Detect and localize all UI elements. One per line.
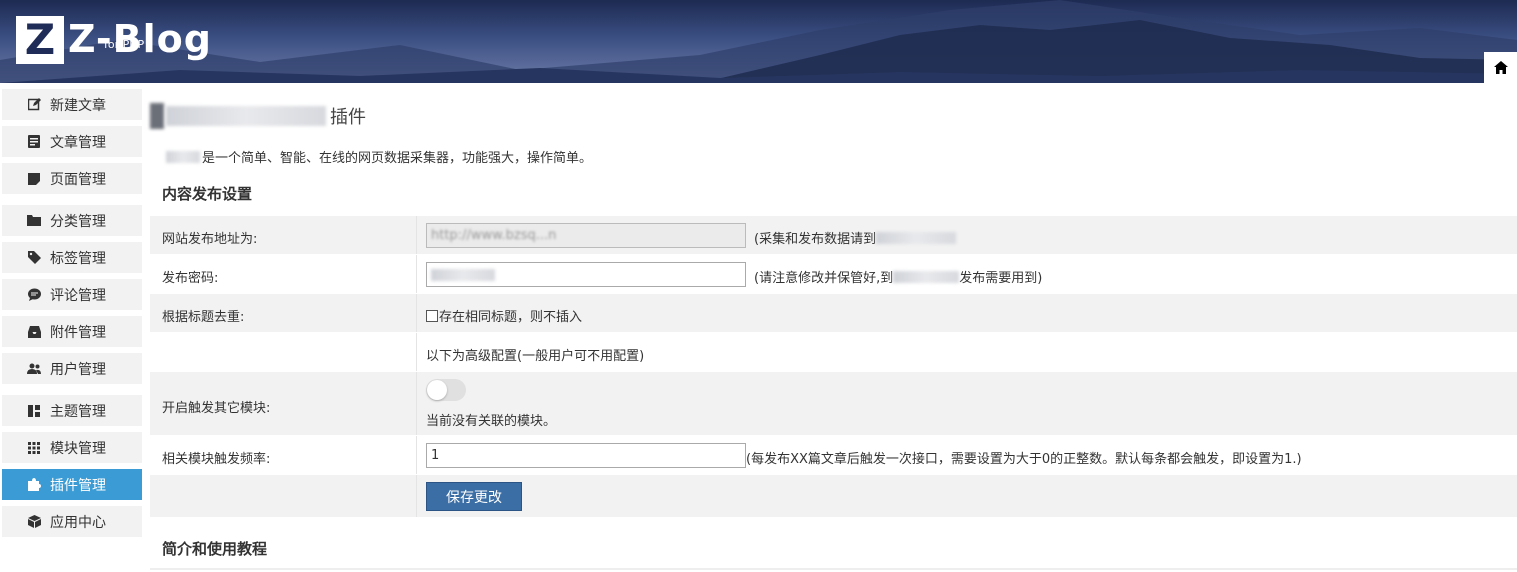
box-icon [26,514,42,530]
header-banner: Z Z-Blog for PHP [0,0,1517,83]
field-label: 网站发布地址为: [162,232,258,247]
field-label: 根据标题去重: [162,310,245,325]
comment-icon [26,287,42,303]
sidebar-item-users[interactable]: 用户管理 [2,353,142,384]
sidebar-item-label: 评论管理 [50,287,106,304]
sidebar-item-comments[interactable]: 评论管理 [2,279,142,310]
form-row-actions: 保存更改 [150,475,1517,518]
sidebar-item-label: 应用中心 [50,514,106,531]
sidebar-item-label: 主题管理 [50,403,106,420]
page-icon [26,171,42,187]
sidebar-item-articles[interactable]: 文章管理 [2,126,142,157]
inbox-icon [26,324,42,340]
sidebar-item-tags[interactable]: 标签管理 [2,242,142,273]
tag-icon [26,250,42,266]
theme-icon [26,403,42,419]
logo-subtitle: for PHP [104,38,145,51]
sidebar-item-plugins[interactable]: 插件管理 [2,469,142,500]
folder-icon [26,213,42,229]
sidebar-item-categories[interactable]: 分类管理 [2,205,142,236]
sidebar-item-label: 页面管理 [50,171,106,188]
form-row-dedupe: 根据标题去重: 存在相同标题，则不插入 [150,294,1517,333]
plugin-icon [150,103,164,129]
form-row-publish-url: 网站发布地址为: http://www.bzsq...n (采集和发布数据请到 [150,216,1517,255]
frequency-input[interactable]: 1 [426,443,746,468]
dedupe-checkbox-label: 存在相同标题，则不插入 [439,310,583,325]
mountain-background [0,0,1517,83]
sidebar-item-new-article[interactable]: 新建文章 [2,89,142,120]
form-row-frequency: 相关模块触发频率: 1 (每发布XX篇文章后触发一次接口，需要设置为大于0的正整… [150,436,1517,475]
section-heading-tutorial: 简介和使用教程 [162,540,268,558]
frequency-hint: (每发布XX篇文章后触发一次接口，需要设置为大于0的正整数。默认每条都会触发，即… [746,452,1302,467]
dedupe-checkbox[interactable] [426,310,438,322]
save-button[interactable]: 保存更改 [426,482,522,511]
divider [150,568,1517,570]
sidebar-item-label: 用户管理 [50,361,106,378]
field-label: 相关模块触发频率: [162,452,271,467]
redacted-product-name [166,150,200,163]
sidebar-item-label: 分类管理 [50,213,106,230]
sidebar-item-themes[interactable]: 主题管理 [2,395,142,426]
sidebar-item-modules[interactable]: 模块管理 [2,432,142,463]
sidebar-item-app-center[interactable]: 应用中心 [2,506,142,537]
password-hint: (请注意修改并保管好,到 发布需要用到) [754,271,1043,286]
sidebar-item-label: 模块管理 [50,440,106,457]
sidebar-item-label: 标签管理 [50,250,106,267]
form-row-advanced-note: 以下为高级配置(一般用户可不用配置) [150,333,1517,372]
field-label: 开启触发其它模块: [162,401,271,416]
home-icon [1493,61,1508,74]
advanced-note: 以下为高级配置(一般用户可不用配置) [426,349,645,364]
sidebar-item-attachments[interactable]: 附件管理 [2,316,142,347]
home-button[interactable] [1484,52,1517,83]
form-row-trigger: 开启触发其它模块: 当前没有关联的模块。 [150,372,1517,436]
sidebar-item-label: 文章管理 [50,134,106,151]
sidebar: 新建文章 文章管理 页面管理 分类管理 标签管理 评论管理 附件管理 用户管理 … [2,83,142,572]
edit-icon [26,97,42,113]
dedupe-option[interactable]: 存在相同标题，则不插入 [426,306,582,325]
page-title-suffix: 插件 [330,107,366,128]
trigger-note: 当前没有关联的模块。 [426,414,557,429]
intro-text: 是一个简单、智能、在线的网页数据采集器，功能强大，操作简单。 [166,147,592,166]
section-heading-publish: 内容发布设置 [162,185,253,203]
settings-form: 网站发布地址为: http://www.bzsq...n (采集和发布数据请到 … [150,216,1517,518]
trigger-toggle[interactable] [426,379,466,401]
field-label: 发布密码: [162,271,219,286]
redacted-plugin-name [166,106,326,126]
main-content: 插件 是一个简单、智能、在线的网页数据采集器，功能强大，操作简单。 内容发布设置… [150,83,1517,572]
sidebar-item-label: 附件管理 [50,324,106,341]
page-title: 插件 [150,101,366,131]
puzzle-icon [26,477,42,493]
publish-url-field: http://www.bzsq...n [426,223,746,248]
password-field[interactable] [426,262,746,287]
grid-icon [26,440,42,456]
sidebar-item-label: 插件管理 [50,477,106,494]
sidebar-item-label: 新建文章 [50,97,106,114]
form-row-password: 发布密码: (请注意修改并保管好,到 发布需要用到) [150,255,1517,294]
article-icon [26,134,42,150]
sidebar-item-pages[interactable]: 页面管理 [2,163,142,194]
logo-mark: Z [16,16,64,64]
users-icon [26,361,42,377]
intro-text-body: 是一个简单、智能、在线的网页数据采集器，功能强大，操作简单。 [202,151,593,166]
publish-url-hint: (采集和发布数据请到 [754,228,957,247]
